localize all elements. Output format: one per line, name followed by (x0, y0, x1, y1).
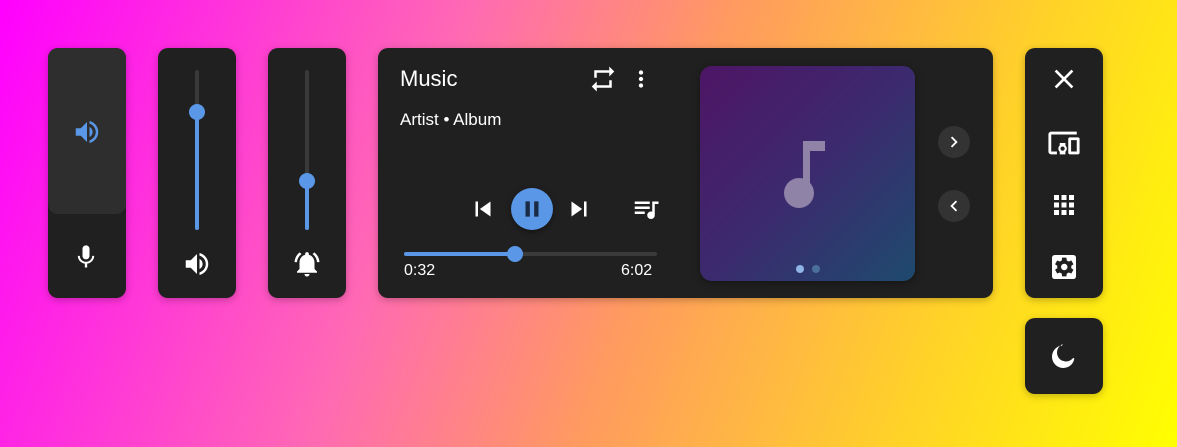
devices-icon[interactable] (1047, 126, 1081, 160)
audio-output-panel (48, 48, 126, 298)
bell-icon[interactable] (292, 249, 322, 279)
chevron-right-icon (950, 136, 958, 148)
notification-volume-panel (268, 48, 346, 298)
music-note-icon (777, 133, 837, 213)
repeat-icon[interactable] (588, 64, 618, 94)
microphone-icon[interactable] (72, 243, 100, 271)
queue-music-icon[interactable] (631, 194, 661, 224)
next-page-button[interactable] (938, 126, 970, 158)
speaker-icon[interactable] (182, 249, 212, 279)
media-volume-thumb[interactable] (189, 104, 205, 120)
notification-volume-thumb[interactable] (299, 173, 315, 189)
progress-thumb[interactable] (507, 246, 523, 262)
total-duration: 6:02 (621, 262, 653, 279)
media-subtitle: Artist • Album (400, 110, 502, 129)
speaker-icon (72, 117, 102, 147)
next-track-icon[interactable] (564, 194, 594, 224)
pause-button[interactable] (511, 188, 553, 230)
speaker-toggle[interactable] (48, 48, 126, 214)
media-volume-fill (195, 112, 199, 230)
page-indicator-dot[interactable] (812, 265, 820, 273)
media-player-panel: Music Artist • Album 0:32 6:02 (378, 48, 993, 298)
more-options-icon[interactable] (628, 64, 654, 94)
page-indicator-dot-active[interactable] (796, 265, 804, 273)
media-volume-panel (158, 48, 236, 298)
close-icon[interactable] (1048, 63, 1080, 95)
previous-track-icon[interactable] (468, 194, 498, 224)
pause-icon (519, 196, 545, 222)
night-mode-icon (1048, 340, 1080, 372)
previous-page-button[interactable] (938, 190, 970, 222)
side-menu-panel (1025, 48, 1103, 298)
chevron-left-icon (950, 200, 958, 212)
media-title: Music (400, 66, 458, 91)
night-mode-panel[interactable] (1025, 318, 1103, 394)
progress-fill (404, 252, 515, 256)
apps-grid-icon[interactable] (1049, 190, 1079, 220)
settings-icon[interactable] (1048, 251, 1080, 283)
elapsed-time: 0:32 (404, 262, 436, 279)
album-art[interactable] (700, 66, 915, 281)
